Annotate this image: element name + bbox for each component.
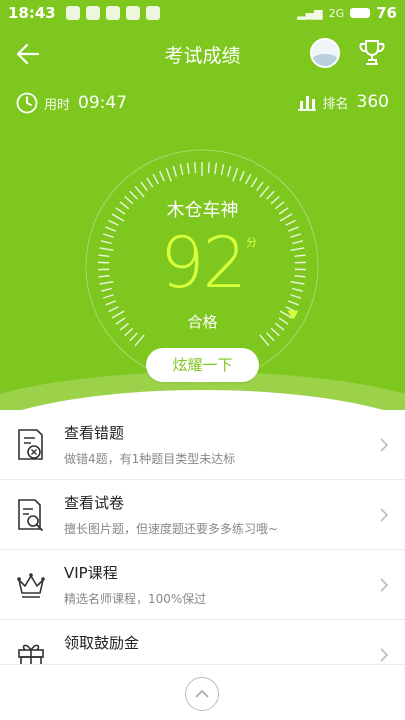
- list-item-subtitle: 做错4题，有1种题目类型未达标: [64, 452, 236, 466]
- gauge-tick: [134, 334, 145, 347]
- list-item-wrong-questions[interactable]: 查看错题 做错4题，有1种题目类型未达标: [0, 410, 405, 480]
- gauge-tick: [165, 168, 172, 182]
- action-list: 查看错题 做错4题，有1种题目类型未达标 查看试卷 擅长图片题，但速度题还要多多…: [0, 410, 405, 690]
- gauge-tick: [207, 162, 210, 174]
- ranking: 排名 360: [297, 92, 389, 112]
- rank-value: 360: [356, 92, 389, 112]
- exam-paper-icon: [18, 499, 43, 531]
- score-unit: 分: [246, 236, 257, 249]
- clock-icon: [16, 92, 38, 114]
- gauge-tick: [220, 164, 225, 176]
- gauge-tick: [239, 170, 245, 182]
- notification-icon: [105, 6, 120, 20]
- notification-icon: [85, 6, 100, 20]
- score-nickname: 木仓车神: [166, 200, 239, 221]
- score-value: 92: [159, 222, 247, 304]
- notification-icon: [145, 6, 160, 20]
- gauge-tick: [140, 181, 148, 192]
- gauge-tick: [186, 162, 190, 175]
- trophy-icon[interactable]: [358, 38, 386, 68]
- status-bar: 18:43 ▂▄▆ 2G 76: [0, 0, 405, 26]
- chevron-right-icon: [380, 438, 389, 452]
- gauge-tick: [172, 165, 178, 177]
- chevron-up-icon: [195, 689, 209, 698]
- chevron-right-icon: [380, 648, 389, 662]
- gauge-tick: [245, 173, 252, 185]
- title-bar: 考试成绩: [0, 34, 405, 74]
- bar-chart-icon: [297, 96, 316, 111]
- network-type: 2G: [328, 6, 345, 20]
- gauge-tick: [232, 168, 239, 182]
- gauge-tick: [226, 165, 232, 177]
- chevron-right-icon: [380, 508, 389, 522]
- battery-level: 76: [376, 4, 397, 22]
- list-item-subtitle: 擅长图片题，但速度题还要多多练习哦~: [64, 522, 279, 536]
- gauge-tick: [152, 173, 159, 185]
- page-title: 考试成绩: [164, 45, 241, 67]
- gauge-tick: [259, 334, 270, 347]
- list-item-title: VIP课程: [64, 564, 118, 582]
- signal-icon: ▂▄▆: [297, 6, 323, 20]
- list-item-exam-paper[interactable]: 查看试卷 擅长图片题，但速度题还要多多练习哦~: [0, 480, 405, 550]
- battery-icon: [350, 8, 371, 18]
- gauge-tick: [250, 177, 258, 188]
- notification-icon: [65, 6, 80, 20]
- list-item-title: 领取鼓励金: [64, 634, 140, 652]
- list-item-title: 查看错题: [64, 424, 125, 442]
- time-label: 用时: [44, 97, 71, 113]
- share-button[interactable]: 炫耀一下: [146, 348, 259, 382]
- gauge-tick: [194, 162, 197, 174]
- chevron-right-icon: [380, 578, 389, 592]
- gauge-tick: [129, 332, 138, 342]
- notification-icon: [125, 6, 140, 20]
- rank-label: 排名: [322, 96, 349, 112]
- gauge-tick: [179, 164, 184, 176]
- gauge-tick: [159, 170, 165, 182]
- time-value: 09:47: [78, 93, 128, 113]
- gauge-tick: [214, 162, 218, 175]
- scroll-up-button[interactable]: [185, 677, 219, 711]
- list-item-subtitle: 精选名师课程，100%保过: [64, 592, 207, 606]
- crown-icon: [17, 573, 45, 598]
- gauge-tick: [146, 177, 154, 188]
- avatar[interactable]: [310, 38, 340, 68]
- gauge-tick: [266, 332, 275, 342]
- bottom-bar: [0, 664, 405, 720]
- gauge-tick: [256, 181, 264, 192]
- list-item-vip-course[interactable]: VIP课程 精选名师课程，100%保过: [0, 550, 405, 620]
- status-time: 18:43: [8, 4, 56, 22]
- wrong-questions-icon: [18, 429, 43, 460]
- list-item-title: 查看试卷: [64, 494, 125, 512]
- notification-icons: [65, 6, 160, 20]
- time-used: 用时 09:47: [16, 92, 127, 114]
- pass-status: 合格: [187, 313, 218, 331]
